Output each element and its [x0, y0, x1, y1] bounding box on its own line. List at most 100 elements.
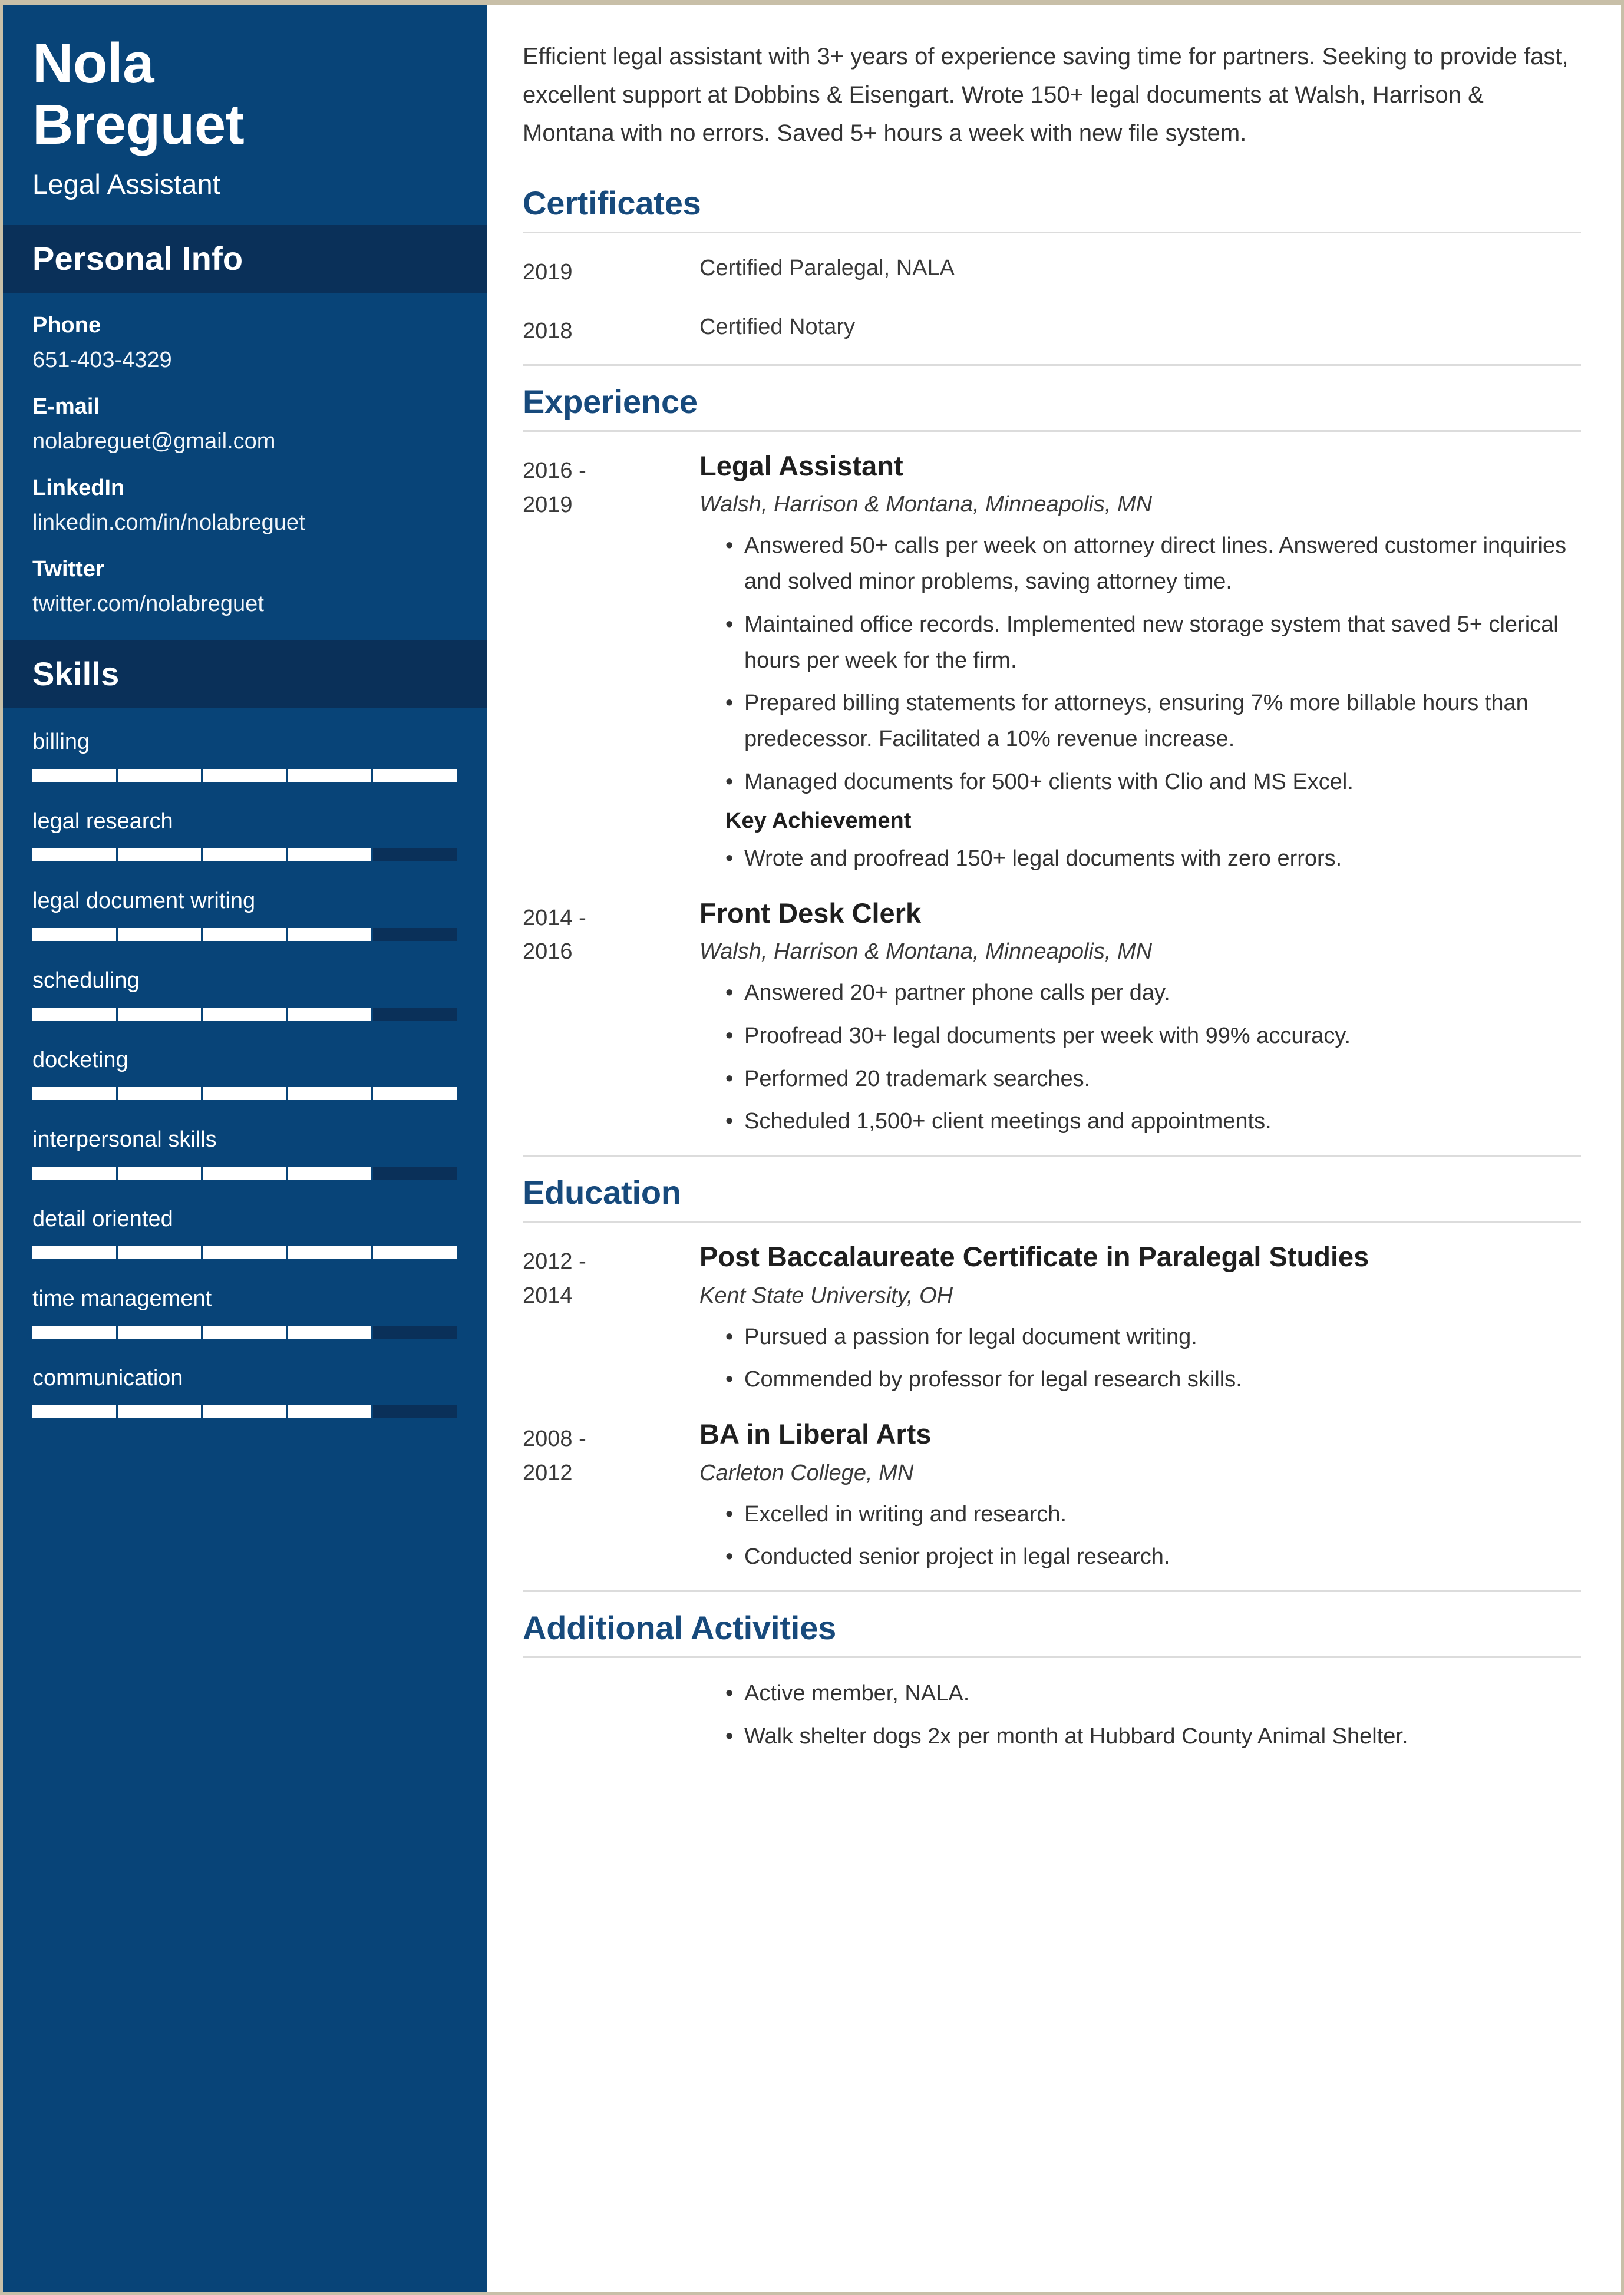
education-bullets: Pursued a passion for legal document wri…: [699, 1319, 1581, 1398]
experience-entry: 2014 - 2016 Front Desk Clerk Walsh, Harr…: [523, 897, 1581, 1140]
education-date-start: 2012 -: [523, 1249, 586, 1274]
skill-label: legal document writing: [32, 889, 256, 914]
skill-segment: [32, 848, 118, 862]
certificate-name: Certified Notary: [699, 315, 855, 340]
contact-item-email: E-mail nolabreguet@gmail.com: [32, 394, 458, 454]
skill-segment: [203, 928, 288, 942]
section-experience: Experience 2016 - 2019 Legal Assistant W…: [523, 382, 1581, 1140]
additional-activities-heading: Additional Activities: [523, 1609, 837, 1647]
skill-segment: [203, 1405, 288, 1419]
experience-date-start: 2016 -: [523, 458, 586, 483]
contact-value-twitter[interactable]: twitter.com/nolabreguet: [32, 592, 458, 617]
bullet-item: Wrote and proofread 150+ legal documents…: [725, 841, 1581, 877]
skill-segment: [32, 1246, 118, 1260]
skill-level-bar: [32, 1326, 457, 1339]
bullet-item: Conducted senior project in legal resear…: [725, 1539, 1581, 1575]
experience-date-end: 2016: [523, 939, 573, 965]
education-date-start: 2008 -: [523, 1426, 586, 1452]
experience-dates: 2014 - 2016: [523, 897, 699, 970]
experience-date-end: 2019: [523, 492, 573, 517]
skill-segment: [373, 1087, 457, 1101]
section-education: Education 2012 - 2014 Post Baccalaureate…: [523, 1173, 1581, 1575]
skill-segment: [373, 1167, 457, 1180]
divider: [523, 430, 1581, 432]
skill-segment: [203, 1087, 288, 1101]
skill-segment: [288, 1167, 374, 1180]
skill-segment: [288, 1087, 374, 1101]
contact-value-phone[interactable]: 651-403-4329: [32, 348, 458, 373]
education-heading: Education: [523, 1174, 681, 1211]
experience-date-start: 2014 -: [523, 905, 586, 930]
education-degree: BA in Liberal Arts: [699, 1418, 932, 1450]
skill-item: docketing: [32, 1048, 458, 1101]
skill-label: interpersonal skills: [32, 1127, 217, 1153]
skill-item: communication: [32, 1366, 458, 1419]
bullet-item: Walk shelter dogs 2x per month at Hubbar…: [725, 1719, 1581, 1755]
skill-segment: [32, 1326, 118, 1339]
skill-segment: [32, 1008, 118, 1021]
skill-segment: [117, 1167, 203, 1180]
experience-entry: 2016 - 2019 Legal Assistant Walsh, Harri…: [523, 450, 1581, 877]
skill-segment: [373, 848, 457, 861]
skill-segment: [32, 769, 118, 782]
experience-company: Walsh, Harrison & Montana, Minneapolis, …: [699, 492, 1153, 517]
skill-segment: [203, 1246, 288, 1260]
divider: [523, 1155, 1581, 1157]
contact-label-phone: Phone: [32, 313, 101, 338]
professional-summary: Efficient legal assistant with 3+ years …: [523, 44, 1569, 146]
bullet-item: Pursued a passion for legal document wri…: [725, 1319, 1581, 1355]
bullet-item: Answered 50+ calls per week on attorney …: [725, 528, 1581, 600]
experience-bullets: Answered 50+ calls per week on attorney …: [699, 528, 1581, 800]
education-entry: 2012 - 2014 Post Baccalaureate Certifica…: [523, 1240, 1581, 1398]
section-certificates: Certificates 2019 Certified Paralegal, N…: [523, 184, 1581, 349]
skill-segment: [288, 1405, 374, 1419]
candidate-last-name: Breguet: [32, 93, 245, 156]
skill-segment: [288, 1246, 374, 1260]
certificate-year: 2019: [523, 260, 573, 285]
divider: [523, 232, 1581, 234]
skill-level-bar: [32, 769, 457, 782]
candidate-first-name: Nola: [32, 32, 154, 95]
skill-segment: [288, 848, 374, 862]
skill-segment: [373, 769, 457, 782]
skill-label: detail oriented: [32, 1207, 173, 1232]
bullet-item: Excelled in writing and research.: [725, 1497, 1581, 1533]
skill-segment: [288, 928, 374, 942]
skill-segment: [203, 1008, 288, 1021]
name-block: Nola Breguet Legal Assistant: [3, 5, 487, 225]
bullet-item: Maintained office records. Implemented n…: [725, 607, 1581, 679]
skill-segment: [373, 1326, 457, 1339]
experience-company: Walsh, Harrison & Montana, Minneapolis, …: [699, 939, 1153, 965]
skill-level-bar: [32, 848, 457, 862]
skill-segment: [32, 1167, 118, 1180]
skill-segment: [288, 769, 374, 782]
contact-value-linkedin[interactable]: linkedin.com/in/nolabreguet: [32, 510, 458, 536]
skill-segment: [117, 1008, 203, 1021]
certificate-row: 2019 Certified Paralegal, NALA: [523, 251, 1581, 290]
certificate-row: 2018 Certified Notary: [523, 310, 1581, 349]
bullet-item: Answered 20+ partner phone calls per day…: [725, 975, 1581, 1011]
key-achievement-bullets: Wrote and proofread 150+ legal documents…: [699, 841, 1581, 877]
skill-segment: [288, 1326, 374, 1339]
education-school: Carleton College, MN: [699, 1460, 914, 1485]
education-date-end: 2014: [523, 1283, 573, 1308]
skill-level-bar: [32, 1246, 457, 1260]
skill-segment: [32, 928, 118, 942]
sidebar: Nola Breguet Legal Assistant Personal In…: [3, 5, 487, 2292]
main-content: Efficient legal assistant with 3+ years …: [487, 5, 1621, 2292]
candidate-name: Nola Breguet: [32, 33, 458, 155]
education-degree: Post Baccalaureate Certificate in Parale…: [699, 1241, 1369, 1273]
skill-level-bar: [32, 1405, 457, 1419]
contact-item-phone: Phone 651-403-4329: [32, 313, 458, 373]
contact-value-email[interactable]: nolabreguet@gmail.com: [32, 429, 458, 454]
skill-segment: [203, 769, 288, 782]
divider: [523, 1221, 1581, 1223]
resume-page: Nola Breguet Legal Assistant Personal In…: [0, 0, 1624, 2295]
bullet-item: Managed documents for 500+ clients with …: [725, 764, 1581, 800]
skill-label: legal research: [32, 809, 173, 834]
skill-segment: [117, 1246, 203, 1260]
bullet-item: Proofread 30+ legal documents per week w…: [725, 1018, 1581, 1054]
skill-item: legal research: [32, 809, 458, 862]
skill-item: legal document writing: [32, 889, 458, 942]
skill-label: scheduling: [32, 968, 140, 993]
